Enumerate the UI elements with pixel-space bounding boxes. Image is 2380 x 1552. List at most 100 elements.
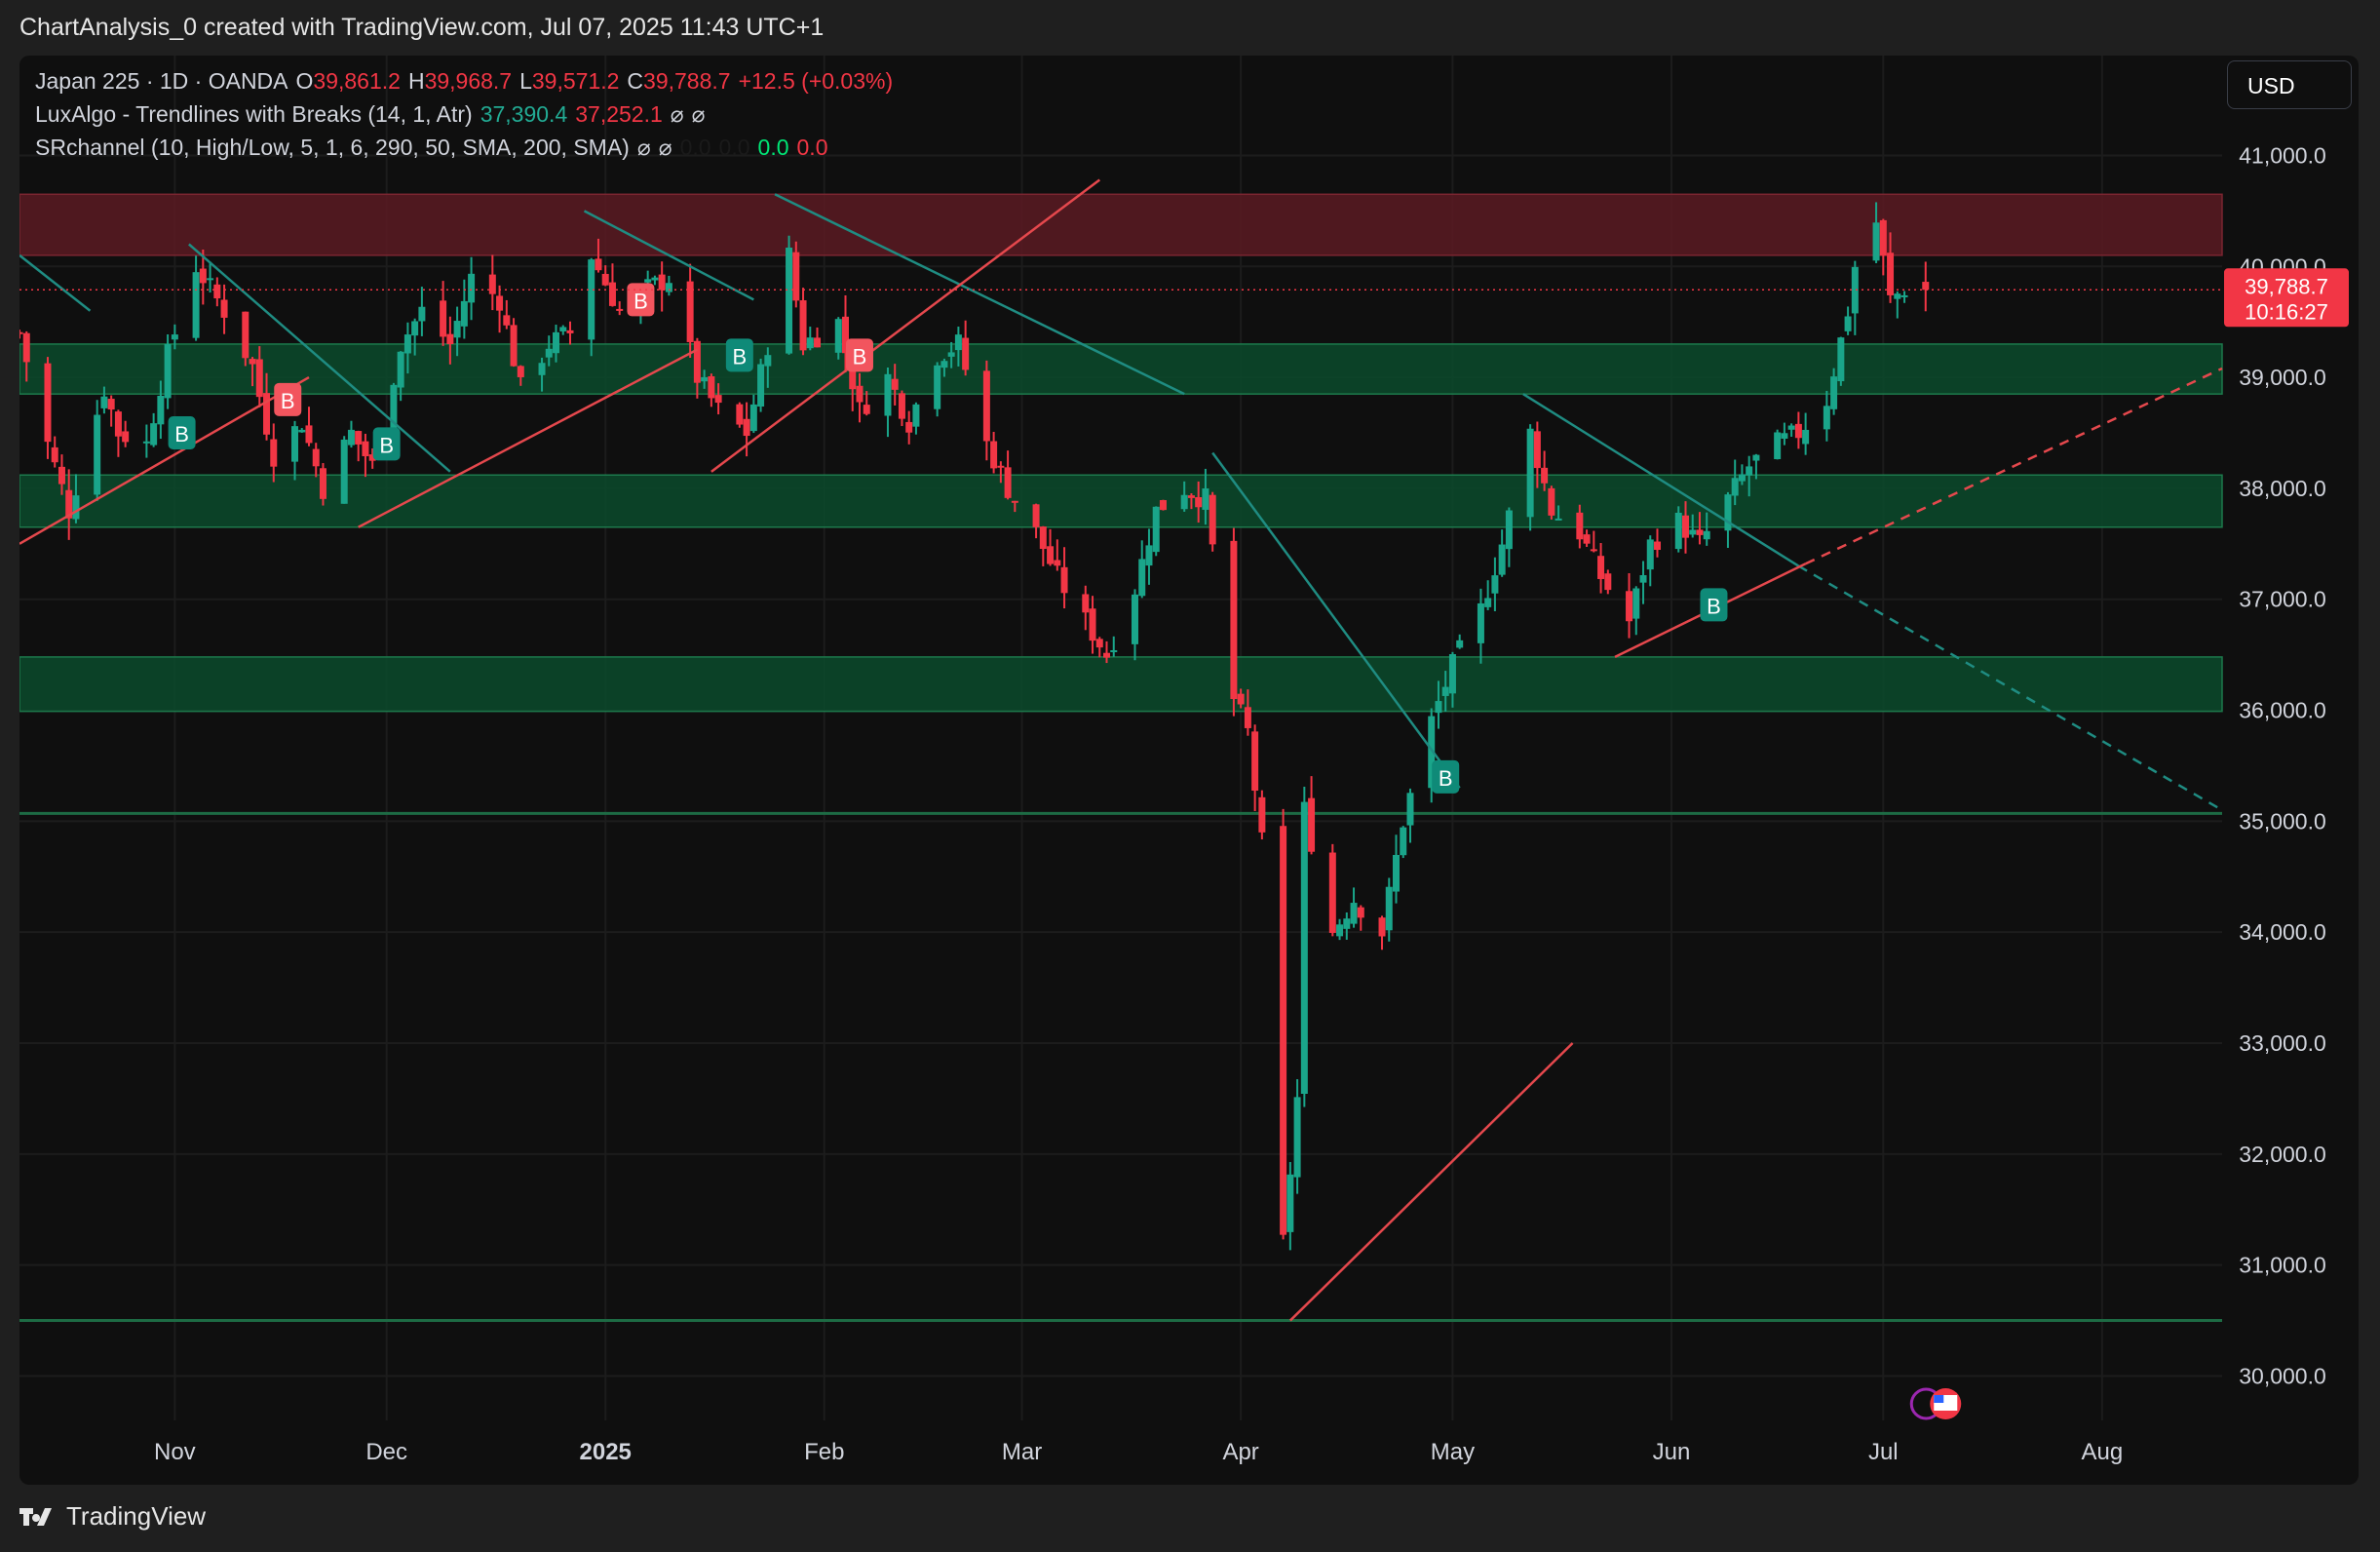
high-value: 39,968.7 bbox=[424, 68, 513, 94]
candle-body bbox=[884, 373, 892, 416]
candle-body bbox=[1555, 518, 1562, 521]
time-axis-label: Jul bbox=[1868, 1439, 1899, 1465]
candle-body bbox=[588, 259, 595, 340]
candle-body bbox=[517, 366, 524, 377]
candle-body bbox=[940, 361, 948, 369]
candle-body bbox=[1900, 294, 1908, 297]
candle-body bbox=[51, 446, 58, 463]
candle-body bbox=[1681, 515, 1689, 538]
candle-body bbox=[693, 340, 701, 383]
candle-body bbox=[1237, 693, 1245, 705]
candle-body bbox=[856, 385, 864, 403]
price-axis-label: 35,000.0 bbox=[2239, 808, 2326, 834]
candle-body bbox=[708, 375, 715, 399]
candle-body bbox=[665, 283, 672, 292]
candle-body bbox=[545, 348, 553, 358]
price-axis-label: 39,000.0 bbox=[2239, 365, 2326, 390]
srchannel-value-3: 0.0 bbox=[757, 135, 789, 160]
candle-body bbox=[1823, 406, 1830, 430]
open-value: 39,861.2 bbox=[313, 68, 401, 94]
candle-body bbox=[440, 300, 447, 337]
hidden-value-icon: ⌀ bbox=[670, 101, 684, 127]
footer-brand[interactable]: TradingView bbox=[19, 1501, 206, 1532]
candle-body bbox=[764, 355, 772, 367]
low-value: 39,571.2 bbox=[531, 68, 620, 94]
candle-body bbox=[1448, 654, 1456, 694]
candle-body bbox=[1731, 478, 1739, 496]
candle-body bbox=[714, 395, 722, 404]
candle-body bbox=[1138, 559, 1146, 597]
candle-body bbox=[411, 321, 419, 336]
symbol-label[interactable]: Japan 225 · 1D · OANDA bbox=[35, 68, 288, 94]
candle-body bbox=[1498, 544, 1506, 575]
candle-body bbox=[44, 363, 52, 443]
candle-body bbox=[1654, 541, 1662, 551]
candle-body bbox=[255, 359, 263, 398]
indicator-luxalgo-name[interactable]: LuxAlgo - Trendlines with Breaks (14, 1,… bbox=[35, 101, 473, 127]
time-axis-label: Feb bbox=[804, 1439, 844, 1465]
candle-body bbox=[446, 333, 454, 344]
high-label: H bbox=[407, 68, 425, 94]
break-marker-label: B bbox=[733, 344, 748, 369]
time-axis-label: May bbox=[1431, 1439, 1475, 1465]
candle-body bbox=[164, 343, 172, 399]
price-chart[interactable]: BBBBB BBB 41,000.040,000.039,000.038,000.… bbox=[19, 56, 2359, 1485]
candle-body bbox=[340, 439, 348, 504]
break-marker-label: B bbox=[853, 344, 867, 369]
candle-body bbox=[1251, 731, 1259, 792]
candle-body bbox=[701, 376, 709, 382]
candle-body bbox=[1280, 826, 1287, 1235]
candle-body bbox=[1159, 499, 1167, 511]
candle-body bbox=[1131, 594, 1138, 644]
candle-body bbox=[1781, 433, 1788, 439]
candle-body bbox=[962, 337, 970, 370]
trendline-support bbox=[1288, 1042, 1574, 1322]
candle-body bbox=[651, 277, 659, 281]
srchannel-value-1: 0.0 bbox=[679, 135, 711, 160]
support-zone bbox=[19, 343, 2223, 395]
candle-body bbox=[1774, 432, 1782, 459]
candle-body bbox=[982, 370, 990, 442]
candle-body bbox=[270, 439, 278, 467]
candle-body bbox=[806, 337, 814, 349]
close-label: C bbox=[627, 68, 644, 94]
candle-body bbox=[1230, 540, 1238, 700]
hidden-value-icon: ⌀ bbox=[636, 135, 651, 160]
candle-body bbox=[757, 364, 765, 407]
candle-body bbox=[192, 272, 200, 338]
luxalgo-value-2: 37,252.1 bbox=[575, 101, 663, 127]
candle-body bbox=[1202, 488, 1209, 510]
event-flags bbox=[1909, 1387, 1962, 1420]
candle-body bbox=[1639, 574, 1647, 583]
candle-body bbox=[1187, 495, 1195, 498]
candle-body bbox=[1400, 827, 1407, 856]
candle-body bbox=[122, 431, 130, 443]
legend-row-srchannel[interactable]: SRchannel (10, High/Low, 5, 1, 6, 290, 5… bbox=[35, 135, 836, 161]
resistance-zone bbox=[19, 193, 2223, 256]
candle-body bbox=[997, 465, 1005, 468]
candle-body bbox=[644, 279, 652, 283]
candle-body bbox=[22, 332, 30, 363]
candle-body bbox=[736, 404, 744, 425]
candle-body bbox=[799, 300, 807, 351]
hidden-value-icon: ⌀ bbox=[658, 135, 672, 160]
candle-body bbox=[1752, 454, 1760, 461]
candle-body bbox=[834, 319, 842, 353]
candle-body bbox=[954, 334, 962, 351]
candle-body bbox=[891, 378, 899, 390]
break-marker-label: B bbox=[281, 389, 295, 413]
legend-row-luxalgo[interactable]: LuxAlgo - Trendlines with Breaks (14, 1,… bbox=[35, 101, 712, 128]
currency-button[interactable]: USD bbox=[2227, 60, 2352, 109]
candle-body bbox=[114, 411, 122, 437]
time-axis-label: Mar bbox=[1002, 1439, 1042, 1465]
chart-panel[interactable]: BBBBBBBB 41,000.0 40,000.0 39,000.0 38,000.… bbox=[19, 56, 2359, 1485]
indicator-srchannel-name[interactable]: SRchannel (10, High/Low, 5, 1, 6, 290, 5… bbox=[35, 135, 630, 160]
candle-body bbox=[1039, 526, 1047, 550]
candle-body bbox=[150, 423, 158, 446]
candle-body bbox=[905, 421, 913, 433]
candle-body bbox=[1526, 428, 1534, 518]
candle-body bbox=[1103, 652, 1111, 658]
candle-body bbox=[1879, 219, 1887, 256]
price-tag-countdown: 10:16:27 bbox=[2245, 299, 2328, 324]
candle-body bbox=[1152, 506, 1160, 553]
